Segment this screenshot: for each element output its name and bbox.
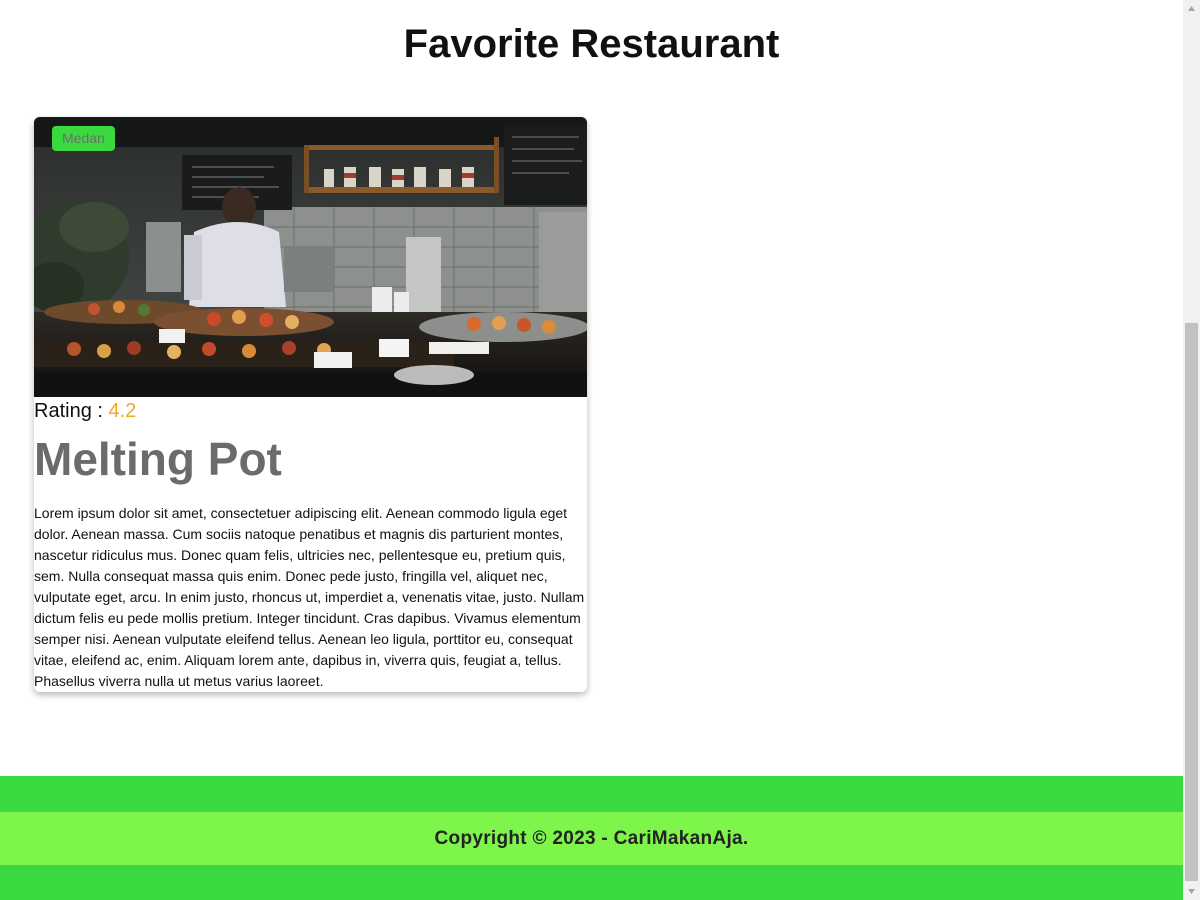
restaurant-name[interactable]: Melting Pot — [34, 431, 282, 487]
vertical-scrollbar[interactable] — [1183, 0, 1200, 900]
rating-value: 4.2 — [108, 400, 137, 422]
scroll-up-arrow-icon[interactable] — [1183, 0, 1200, 17]
restaurant-image — [34, 117, 587, 397]
footer: Copyright © 2023 - CariMakanAja. — [0, 776, 1183, 900]
rating-label: Rating : — [34, 400, 109, 422]
scroll-down-arrow-icon[interactable] — [1183, 883, 1200, 900]
restaurant-description: Lorem ipsum dolor sit amet, consectetuer… — [34, 505, 585, 689]
city-badge: Medan — [52, 126, 115, 151]
page: Favorite Restaurant Medan Rating: 4.2 M… — [0, 0, 1183, 900]
footer-copyright: Copyright © 2023 - CariMakanAja. — [434, 828, 749, 849]
footer-band: Copyright © 2023 - CariMakanAja. — [0, 812, 1183, 865]
restaurant-card[interactable]: Medan Rating : 4.2 Melting Pot Lorem ips… — [34, 117, 587, 692]
scrollbar-thumb[interactable] — [1185, 323, 1198, 881]
page-title: Favorite Restaurant — [403, 22, 780, 66]
rating-line: Rating : 4.2 — [34, 399, 136, 423]
